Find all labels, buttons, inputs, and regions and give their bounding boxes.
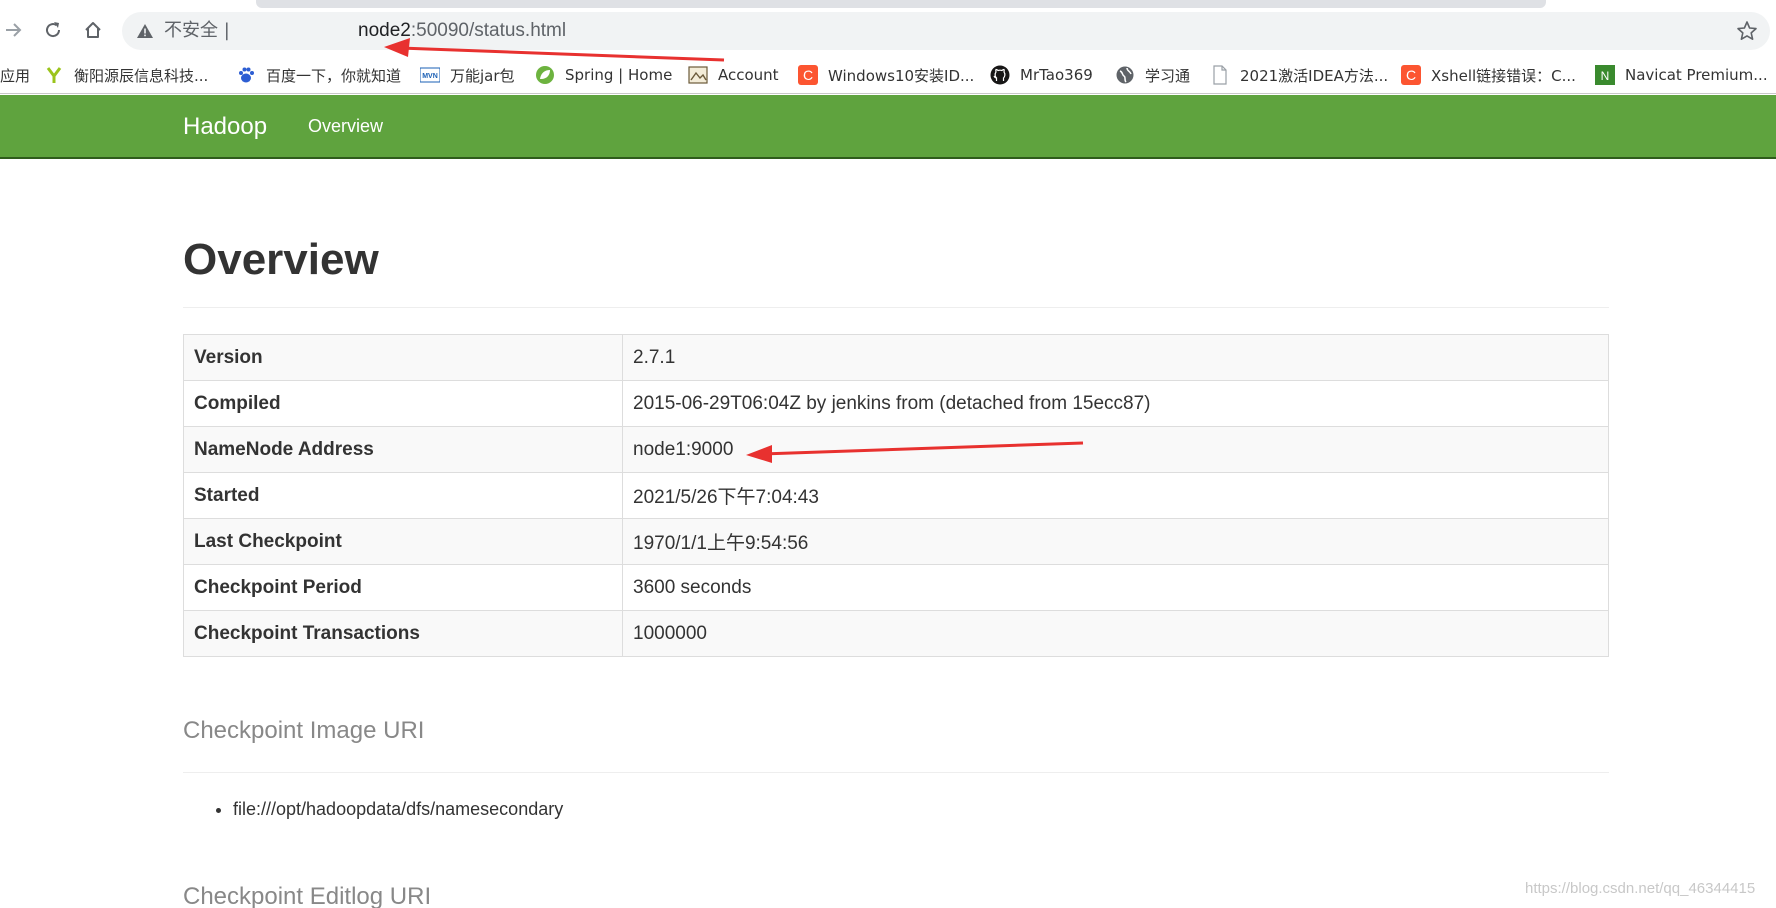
csdn-c-icon: C <box>798 65 818 85</box>
bookmark-item[interactable]: 2021激活IDEA方法... <box>1210 62 1388 88</box>
table-row: Checkpoint Transactions 1000000 <box>183 610 1609 657</box>
row-value: 2015-06-29T06:04Z by jenkins from (detac… <box>622 380 1609 427</box>
bookmark-label: Account <box>718 66 779 84</box>
bookmark-apps[interactable]: 应用 <box>0 62 30 88</box>
github-icon <box>990 65 1010 85</box>
page-title: Overview <box>183 235 379 284</box>
home-icon <box>85 22 101 38</box>
svg-text:N: N <box>1601 69 1610 83</box>
bookmark-item[interactable]: 百度一下，你就知道 <box>236 62 401 88</box>
row-label: Checkpoint Period <box>183 564 623 611</box>
bookmark-label: 万能jar包 <box>450 66 515 85</box>
baidu-paw-icon <box>236 65 256 85</box>
bookmark-item[interactable]: N Navicat Premium... <box>1595 62 1768 88</box>
watermark: https://blog.csdn.net/qq_46344415 <box>1525 880 1756 897</box>
url-path: :50090/status.html <box>410 20 567 41</box>
account-image-icon <box>688 65 708 85</box>
url-host: node2 <box>358 20 411 41</box>
forward-arrow-icon <box>6 23 22 37</box>
bookmark-label: Spring | Home <box>565 66 673 84</box>
bookmark-item[interactable]: Account <box>688 62 779 88</box>
browser-toolbar: 不安全 | node2:50090/status.html <box>0 0 1776 60</box>
row-value: 1000000 <box>622 610 1609 657</box>
svg-text:C: C <box>1406 67 1416 83</box>
row-label: Checkpoint Transactions <box>183 610 623 657</box>
bookmarks-bar: 应用 衡阳源辰信息科技... 百度一下，你就知道 MVN 万能jar包 Spri… <box>0 56 1776 94</box>
csdn-c-icon: C <box>1401 65 1421 85</box>
page-icon <box>1210 65 1230 85</box>
row-label: Started <box>183 472 623 519</box>
bookmark-label: 百度一下，你就知道 <box>266 66 402 85</box>
reload-icon <box>46 22 61 38</box>
tab-strip <box>256 0 1546 8</box>
title-divider <box>183 307 1609 308</box>
image-uri-list: file:///opt/hadoopdata/dfs/namesecondary <box>213 799 563 820</box>
bookmark-label: Windows10安装ID... <box>828 66 975 85</box>
spring-leaf-icon <box>535 65 555 85</box>
y-logo-icon <box>44 65 64 85</box>
table-row: Version 2.7.1 <box>183 334 1609 381</box>
warning-triangle-icon <box>137 24 153 38</box>
row-value: node1:9000 <box>622 426 1609 473</box>
row-value: 2.7.1 <box>622 334 1609 381</box>
bookmark-label: Xshell链接错误：C... <box>1431 66 1576 85</box>
svg-text:C: C <box>803 67 813 83</box>
section-divider <box>183 772 1609 773</box>
svg-text:MVN: MVN <box>422 73 438 80</box>
bookmark-item[interactable]: MVN 万能jar包 <box>420 62 515 88</box>
bookmark-item[interactable]: Spring | Home <box>535 62 672 88</box>
row-label: Compiled <box>183 380 623 427</box>
row-label: NameNode Address <box>183 426 623 473</box>
table-row: Checkpoint Period 3600 seconds <box>183 564 1609 611</box>
bookmark-label: 衡阳源辰信息科技... <box>74 66 209 85</box>
navbar-brand[interactable]: Hadoop <box>183 113 267 141</box>
bookmark-label: Navicat Premium... <box>1625 66 1768 84</box>
table-row: Last Checkpoint 1970/1/1上午9:54:56 <box>183 518 1609 565</box>
bookmark-item[interactable]: C Windows10安装ID... <box>798 62 974 88</box>
table-row: NameNode Address node1:9000 <box>183 426 1609 473</box>
nav-link-overview[interactable]: Overview <box>308 116 383 137</box>
row-label: Last Checkpoint <box>183 518 623 565</box>
mvn-icon: MVN <box>420 65 440 85</box>
address-bar[interactable]: 不安全 | node2:50090/status.html <box>122 12 1770 50</box>
row-value: 1970/1/1上午9:54:56 <box>622 518 1609 565</box>
row-value: 3600 seconds <box>622 564 1609 611</box>
security-label: 不安全 | <box>164 20 230 41</box>
bookmark-label: MrTao369 <box>1020 66 1093 84</box>
list-item: file:///opt/hadoopdata/dfs/namesecondary <box>233 799 563 820</box>
home-button[interactable] <box>79 16 107 44</box>
table-row: Started 2021/5/26下午7:04:43 <box>183 472 1609 519</box>
image-uri-heading: Checkpoint Image URI <box>183 717 425 744</box>
bookmark-item[interactable]: 衡阳源辰信息科技... <box>44 62 208 88</box>
bookmark-item[interactable]: MrTao369 <box>990 62 1093 88</box>
editlog-uri-heading: Checkpoint Editlog URI <box>183 883 432 908</box>
bookmark-item[interactable]: 学习通 <box>1115 62 1190 88</box>
bookmark-item[interactable]: C Xshell链接错误：C... <box>1401 62 1576 88</box>
table-row: Compiled 2015-06-29T06:04Z by jenkins fr… <box>183 380 1609 427</box>
row-label: Version <box>183 334 623 381</box>
navicat-icon: N <box>1595 65 1615 85</box>
bookmark-star-icon[interactable] <box>1736 20 1758 42</box>
url-text[interactable]: node2:50090/status.html <box>358 20 566 42</box>
reload-button[interactable] <box>39 16 67 44</box>
forward-button[interactable] <box>0 16 28 44</box>
bookmark-label: 学习通 <box>1145 66 1191 85</box>
row-value: 2021/5/26下午7:04:43 <box>622 472 1609 519</box>
bookmark-label: 应用 <box>0 66 31 85</box>
bookmark-label: 2021激活IDEA方法... <box>1240 66 1389 85</box>
globe-icon <box>1115 65 1135 85</box>
overview-table: Version 2.7.1 Compiled 2015-06-29T06:04Z… <box>183 334 1609 657</box>
hadoop-navbar: Hadoop Overview <box>0 95 1776 159</box>
